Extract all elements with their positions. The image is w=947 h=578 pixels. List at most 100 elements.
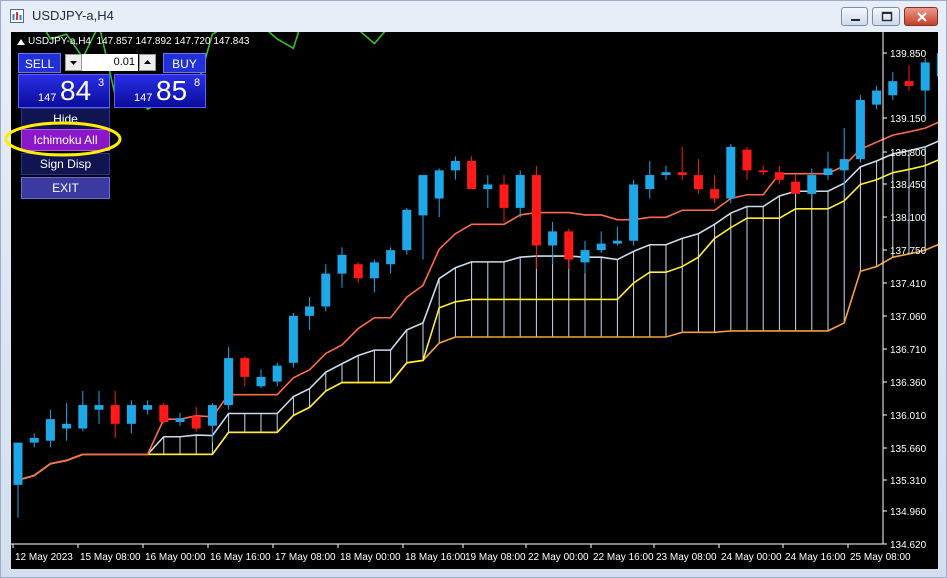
candlestick[interactable] (305, 297, 315, 330)
candlestick[interactable] (515, 170, 525, 218)
candlestick[interactable] (661, 165, 671, 180)
candle-body (629, 184, 639, 241)
candlestick[interactable] (353, 262, 363, 284)
candlestick[interactable] (321, 264, 331, 312)
candlestick[interactable] (110, 390, 120, 438)
candlestick[interactable] (386, 247, 396, 274)
candlestick[interactable] (548, 221, 558, 265)
candlestick[interactable] (596, 231, 606, 253)
candlestick[interactable] (564, 228, 574, 269)
candlestick[interactable] (693, 159, 703, 194)
candlestick[interactable] (467, 156, 477, 190)
candlestick[interactable] (175, 412, 185, 426)
price-tick-label: 138.100 (890, 213, 927, 224)
candle-body (855, 99, 865, 160)
candlestick[interactable] (337, 247, 347, 288)
candlestick[interactable] (369, 259, 379, 293)
candlestick[interactable] (272, 362, 282, 387)
candle-body (159, 405, 169, 422)
close-button[interactable] (904, 7, 938, 26)
candlestick[interactable] (126, 400, 136, 434)
candlestick[interactable] (710, 175, 720, 204)
candlestick[interactable] (288, 313, 298, 368)
candlestick[interactable] (483, 175, 493, 208)
time-tick-label: 12 May 2023 (15, 552, 73, 563)
price-tick-label: 135.660 (890, 444, 927, 455)
candlestick[interactable] (888, 71, 898, 100)
buy-button[interactable]: BUY (163, 53, 206, 73)
ichimoku-chart-canvas[interactable]: 139.850 139.150 138.800 138.450 138.100 137.7… (11, 32, 938, 569)
lot-size-input[interactable]: 0.01 (82, 54, 138, 71)
candlestick[interactable] (920, 57, 930, 119)
time-tick-label: 24 May 16:00 (785, 552, 846, 563)
time-tick-label: 19 May 08:00 (465, 552, 526, 563)
candle-body (450, 160, 460, 171)
sell-button[interactable]: SELL (18, 53, 61, 73)
candlestick[interactable] (418, 175, 428, 260)
sell-price-box[interactable]: 147 84 3 (18, 74, 110, 108)
candle-body (240, 358, 250, 377)
candlestick[interactable] (78, 390, 88, 432)
candle-body (483, 184, 493, 190)
exit-button[interactable]: EXIT (21, 177, 110, 199)
chart-header: USDJPY-a,H4 147.857 147.892 147.720 147.… (28, 36, 250, 47)
price-tick-label: 139.150 (890, 114, 927, 125)
candlestick[interactable] (45, 409, 55, 448)
chart-window-icon (10, 9, 24, 23)
candlestick[interactable] (677, 146, 687, 180)
candlestick[interactable] (62, 403, 72, 441)
time-tick-label: 24 May 00:00 (721, 552, 782, 563)
mt4-chart-window: USDJPY-a,H4 139.850 139.150 138.800 138.450… (0, 0, 947, 578)
lot-increase-button[interactable] (139, 54, 156, 71)
candle-body (548, 231, 558, 246)
candlestick[interactable] (191, 406, 201, 432)
lot-decrease-button[interactable] (65, 54, 82, 71)
candlestick[interactable] (94, 390, 104, 424)
candlestick[interactable] (499, 175, 509, 222)
candlestick[interactable] (823, 151, 833, 180)
candlestick[interactable] (742, 146, 752, 180)
buy-price-big: 85 (156, 75, 188, 106)
candlestick[interactable] (240, 356, 250, 387)
time-tick-label: 18 May 16:00 (405, 552, 466, 563)
candlestick[interactable] (159, 403, 169, 424)
candle-body (110, 405, 120, 424)
sell-price-prefix: 147 (38, 92, 57, 104)
candle-body (612, 240, 622, 244)
price-chart[interactable]: 139.850 139.150 138.800 138.450 138.100 137.7… (4, 32, 938, 569)
candlestick[interactable] (629, 179, 639, 246)
time-tick-label: 25 May 08:00 (850, 552, 911, 563)
candlestick[interactable] (612, 226, 622, 246)
candle-body (758, 170, 768, 173)
candlestick[interactable] (450, 156, 460, 180)
title-bar[interactable]: USDJPY-a,H4 (1, 1, 946, 31)
candlestick[interactable] (531, 165, 541, 269)
candlestick[interactable] (936, 44, 938, 82)
candle-body (45, 419, 55, 441)
candlestick[interactable] (758, 165, 768, 176)
candle-body (402, 209, 412, 251)
candlestick[interactable] (224, 346, 234, 410)
candle-body (596, 243, 606, 251)
candlestick[interactable] (434, 168, 444, 218)
candlestick[interactable] (143, 400, 153, 415)
candlestick[interactable] (580, 240, 590, 274)
candlestick[interactable] (855, 95, 865, 163)
maximize-button[interactable] (872, 7, 900, 26)
candlestick[interactable] (726, 144, 736, 204)
candlestick[interactable] (402, 207, 412, 255)
candlestick[interactable] (791, 175, 801, 194)
minimize-button[interactable] (841, 7, 868, 26)
candlestick[interactable] (256, 369, 266, 389)
candlestick[interactable] (207, 403, 217, 443)
candlestick[interactable] (904, 65, 914, 91)
candlestick[interactable] (872, 85, 882, 110)
candlestick[interactable] (774, 165, 784, 185)
candle-body (710, 189, 720, 199)
candlestick[interactable] (13, 442, 23, 518)
price-tick-label: 137.060 (890, 312, 927, 323)
candlestick[interactable] (645, 160, 655, 199)
buy-price-box[interactable]: 147 85 8 (114, 74, 206, 108)
candle-body (29, 437, 39, 443)
candlestick[interactable] (29, 433, 39, 448)
